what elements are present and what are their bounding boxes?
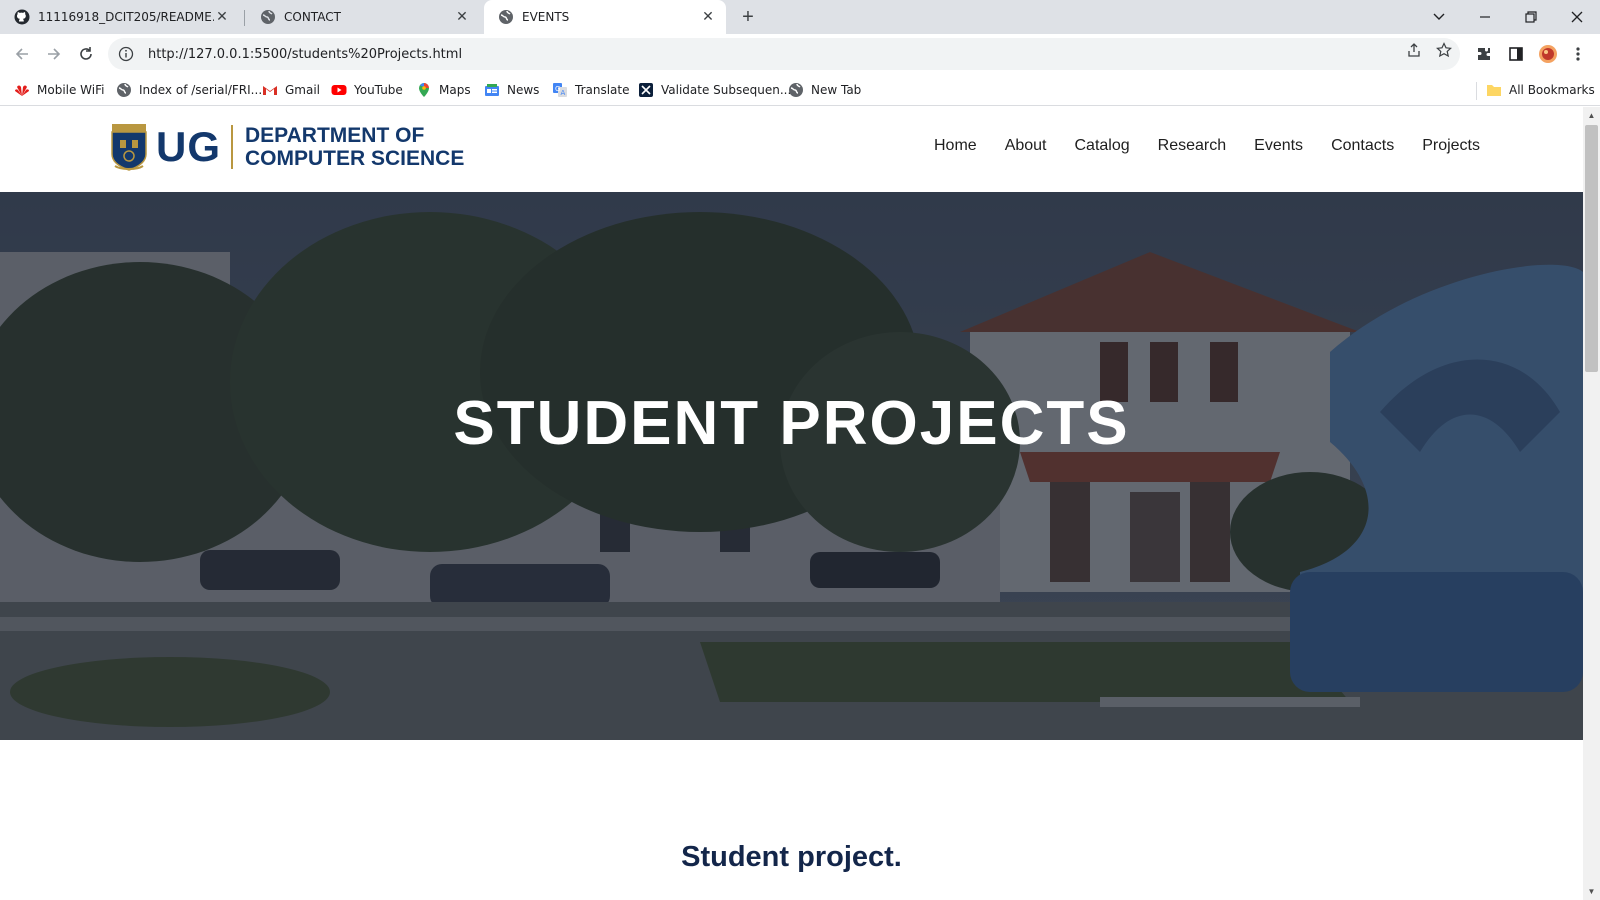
section-title: Student project. [681,841,902,873]
tab-title: EVENTS [522,10,570,24]
bookmark-gmail[interactable]: Gmail [262,80,320,100]
bookmark-label: Maps [439,83,471,97]
back-button[interactable] [8,40,36,68]
news-icon [484,82,500,98]
gmail-icon [262,82,278,98]
bookmark-label: Validate Subsequen... [661,83,792,97]
browser-tab-strip: 11116918_DCIT205/README.md ✕ CONTACT ✕ E… [0,0,1600,34]
restore-button[interactable] [1508,0,1554,34]
bookmarks-divider [1476,82,1477,100]
extensions-icon[interactable] [1474,44,1494,64]
nav-catalog[interactable]: Catalog [1075,137,1130,155]
reload-button[interactable] [72,40,100,68]
all-bookmarks-label: All Bookmarks [1509,83,1595,97]
svg-text:A: A [561,89,566,97]
bookmark-label: New Tab [811,83,862,97]
globe-icon [260,9,276,25]
share-icon[interactable] [1406,42,1422,58]
bookmark-label: Index of /serial/FRI... [139,83,263,97]
minimize-button[interactable] [1462,0,1508,34]
close-window-button[interactable] [1554,0,1600,34]
ug-crest-icon [110,122,148,172]
bookmark-star-icon[interactable] [1436,42,1452,58]
logo-department-text: DEPARTMENT OF COMPUTER SCIENCE [245,124,464,170]
logo-line-2: COMPUTER SCIENCE [245,147,465,170]
globe-icon [116,82,132,98]
browser-toolbar: http://127.0.0.1:5500/students%20Project… [0,34,1600,74]
main-navigation: Home About Catalog Research Events Conta… [934,137,1480,155]
bookmark-label: News [507,83,540,97]
bookmark-translate[interactable]: GA Translate [552,80,630,100]
folder-icon [1486,82,1502,98]
url-text: http://127.0.0.1:5500/students%20Project… [148,46,463,62]
nav-events[interactable]: Events [1254,137,1303,155]
bookmark-app-icon [638,82,654,98]
tab-title: CONTACT [284,10,341,24]
close-icon[interactable]: ✕ [700,9,716,25]
browser-tab-events[interactable]: EVENTS ✕ [484,0,726,34]
huawei-icon [14,82,30,98]
bookmark-mobile-wifi[interactable]: Mobile WiFi [14,80,104,100]
nav-contacts[interactable]: Contacts [1331,137,1394,155]
hero-banner: STUDENT PROJECTS [0,192,1583,740]
hero-title: STUDENT PROJECTS [453,389,1130,458]
bookmark-label: Mobile WiFi [37,83,105,97]
page-scrollbar[interactable]: ▲ ▼ [1583,107,1600,900]
bookmark-validate[interactable]: Validate Subsequen... [638,80,791,100]
hero-background-image [0,192,1583,740]
bookmark-youtube[interactable]: YouTube [331,80,403,100]
globe-icon [498,9,514,25]
menu-icon[interactable] [1568,44,1588,64]
bookmark-label: YouTube [354,83,403,97]
youtube-icon [331,82,347,98]
scrollbar-thumb[interactable] [1585,125,1598,372]
scroll-up-arrow-icon[interactable]: ▲ [1587,111,1596,120]
bookmarks-bar: Mobile WiFi Index of /serial/FRI... Gmai… [0,74,1600,106]
site-info-icon[interactable] [118,46,134,62]
logo-line-1: DEPARTMENT OF [245,124,425,147]
translate-icon: GA [552,82,568,98]
tab-separator [244,10,245,26]
browser-tab-readme[interactable]: 11116918_DCIT205/README.md ✕ [0,0,240,34]
tab-title: 11116918_DCIT205/README.md [38,10,214,24]
site-logo[interactable]: UG DEPARTMENT OF COMPUTER SCIENCE [110,121,464,173]
bookmark-new-tab[interactable]: New Tab [788,80,861,100]
all-bookmarks[interactable]: All Bookmarks [1486,80,1595,100]
side-panel-icon[interactable] [1506,44,1526,64]
bookmark-maps[interactable]: Maps [416,80,471,100]
forward-button[interactable] [40,40,68,68]
bookmark-news[interactable]: News [484,80,539,100]
address-bar[interactable]: http://127.0.0.1:5500/students%20Project… [108,38,1460,70]
logo-ug-text: UG [156,123,221,170]
browser-tab-contact[interactable]: CONTACT ✕ [246,0,480,34]
bookmark-index-of-serial[interactable]: Index of /serial/FRI... [116,80,262,100]
close-icon[interactable]: ✕ [454,9,470,25]
nav-research[interactable]: Research [1158,137,1226,155]
nav-projects[interactable]: Projects [1422,137,1480,155]
page-viewport: UG DEPARTMENT OF COMPUTER SCIENCE Home A… [0,107,1583,900]
nav-about[interactable]: About [1005,137,1047,155]
bookmark-label: Translate [575,83,630,97]
bookmark-label: Gmail [285,83,321,97]
nav-home[interactable]: Home [934,137,977,155]
close-icon[interactable]: ✕ [214,9,230,25]
scroll-down-arrow-icon[interactable]: ▼ [1587,887,1596,896]
site-header: UG DEPARTMENT OF COMPUTER SCIENCE Home A… [0,107,1583,192]
profile-avatar[interactable] [1538,44,1558,64]
globe-icon [788,82,804,98]
github-icon [14,9,30,25]
new-tab-button[interactable]: + [736,6,760,28]
maps-icon [416,82,432,98]
logo-divider [231,125,233,169]
tab-search-icon[interactable] [1416,0,1462,34]
